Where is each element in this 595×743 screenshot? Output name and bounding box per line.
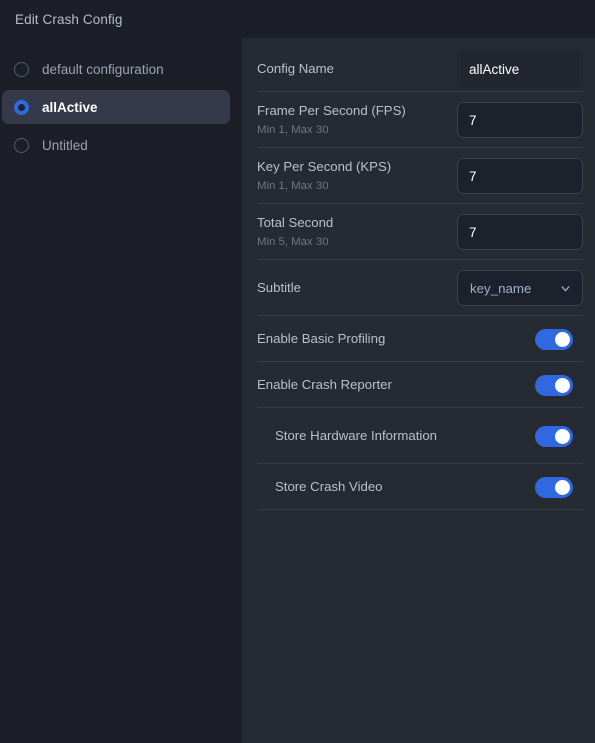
subtitle-select[interactable]: key_name (457, 270, 583, 306)
store-hardware-label: Store Hardware Information (275, 427, 437, 443)
label-group: Total Second Min 5, Max 30 (257, 214, 343, 250)
kps-label: Key Per Second (KPS) (257, 159, 392, 175)
kps-input[interactable]: 7 (457, 158, 583, 194)
sidebar-item-label: Untitled (42, 137, 88, 153)
store-crash-video-label: Store Crash Video (275, 478, 383, 494)
fps-hint: Min 1, Max 30 (257, 123, 329, 136)
edit-crash-config-window: Edit Crash Config default configuration … (0, 0, 595, 743)
config-name-label: Config Name (257, 60, 334, 76)
subtitle-select-value: key_name (470, 280, 532, 296)
row-enable-crash-reporter: Enable Crash Reporter (257, 362, 583, 408)
label-group: Store Hardware Information (257, 427, 447, 446)
sidebar-item-untitled[interactable]: Untitled (2, 128, 230, 162)
window-titlebar: Edit Crash Config (0, 0, 595, 38)
config-name-input[interactable]: allActive (457, 50, 583, 88)
row-total-second: Total Second Min 5, Max 30 7 (257, 204, 583, 260)
row-divider (257, 509, 583, 510)
fps-input[interactable]: 7 (457, 102, 583, 138)
page-title: Edit Crash Config (15, 11, 123, 27)
label-group: Enable Crash Reporter (257, 376, 402, 395)
sidebar-item-allactive[interactable]: allActive (2, 90, 230, 124)
sidebar-item-label: default configuration (42, 61, 164, 77)
row-keys-per-second: Key Per Second (KPS) Min 1, Max 30 7 (257, 148, 583, 204)
toggle-knob (555, 479, 570, 495)
total-second-input[interactable]: 7 (457, 214, 583, 250)
radio-selected-icon (14, 99, 29, 115)
radio-unselected-icon (14, 61, 29, 77)
row-store-hardware-information: Store Hardware Information (257, 408, 583, 464)
subtitle-label: Subtitle (257, 279, 301, 295)
store-hardware-toggle[interactable] (535, 425, 573, 447)
row-store-crash-video: Store Crash Video (257, 464, 583, 510)
crash-reporter-toggle[interactable] (535, 374, 573, 396)
label-group: Key Per Second (KPS) Min 1, Max 30 (257, 158, 401, 194)
label-group: Store Crash Video (257, 478, 393, 497)
label-group: Enable Basic Profiling (257, 330, 395, 349)
sidebar-item-label: allActive (42, 99, 98, 115)
row-enable-basic-profiling: Enable Basic Profiling (257, 316, 583, 362)
kps-hint: Min 1, Max 30 (257, 179, 329, 192)
toggle-knob (555, 377, 570, 393)
row-config-name: Config Name allActive (257, 38, 583, 92)
sidebar-item-default-configuration[interactable]: default configuration (2, 52, 230, 86)
store-crash-video-toggle[interactable] (535, 476, 573, 498)
config-detail-panel: Config Name allActive Frame Per Second (… (242, 38, 595, 743)
basic-profiling-toggle[interactable] (535, 328, 573, 350)
total-second-hint: Min 5, Max 30 (257, 235, 329, 248)
config-list-sidebar: default configuration allActive Untitled (0, 38, 242, 743)
basic-profiling-label: Enable Basic Profiling (257, 330, 386, 346)
crash-reporter-label: Enable Crash Reporter (257, 376, 392, 392)
label-group: Frame Per Second (FPS) Min 1, Max 30 (257, 102, 416, 138)
toggle-knob (555, 428, 570, 444)
row-frames-per-second: Frame Per Second (FPS) Min 1, Max 30 7 (257, 92, 583, 148)
toggle-knob (555, 331, 570, 347)
fps-label: Frame Per Second (FPS) (257, 103, 406, 119)
label-group: Config Name (257, 60, 344, 79)
total-second-label: Total Second (257, 215, 334, 231)
chevron-down-icon (559, 282, 572, 295)
radio-unselected-icon (14, 137, 29, 153)
settings-rows: Config Name allActive Frame Per Second (… (242, 38, 595, 510)
row-subtitle: Subtitle key_name (257, 260, 583, 316)
label-group: Subtitle (257, 279, 311, 298)
